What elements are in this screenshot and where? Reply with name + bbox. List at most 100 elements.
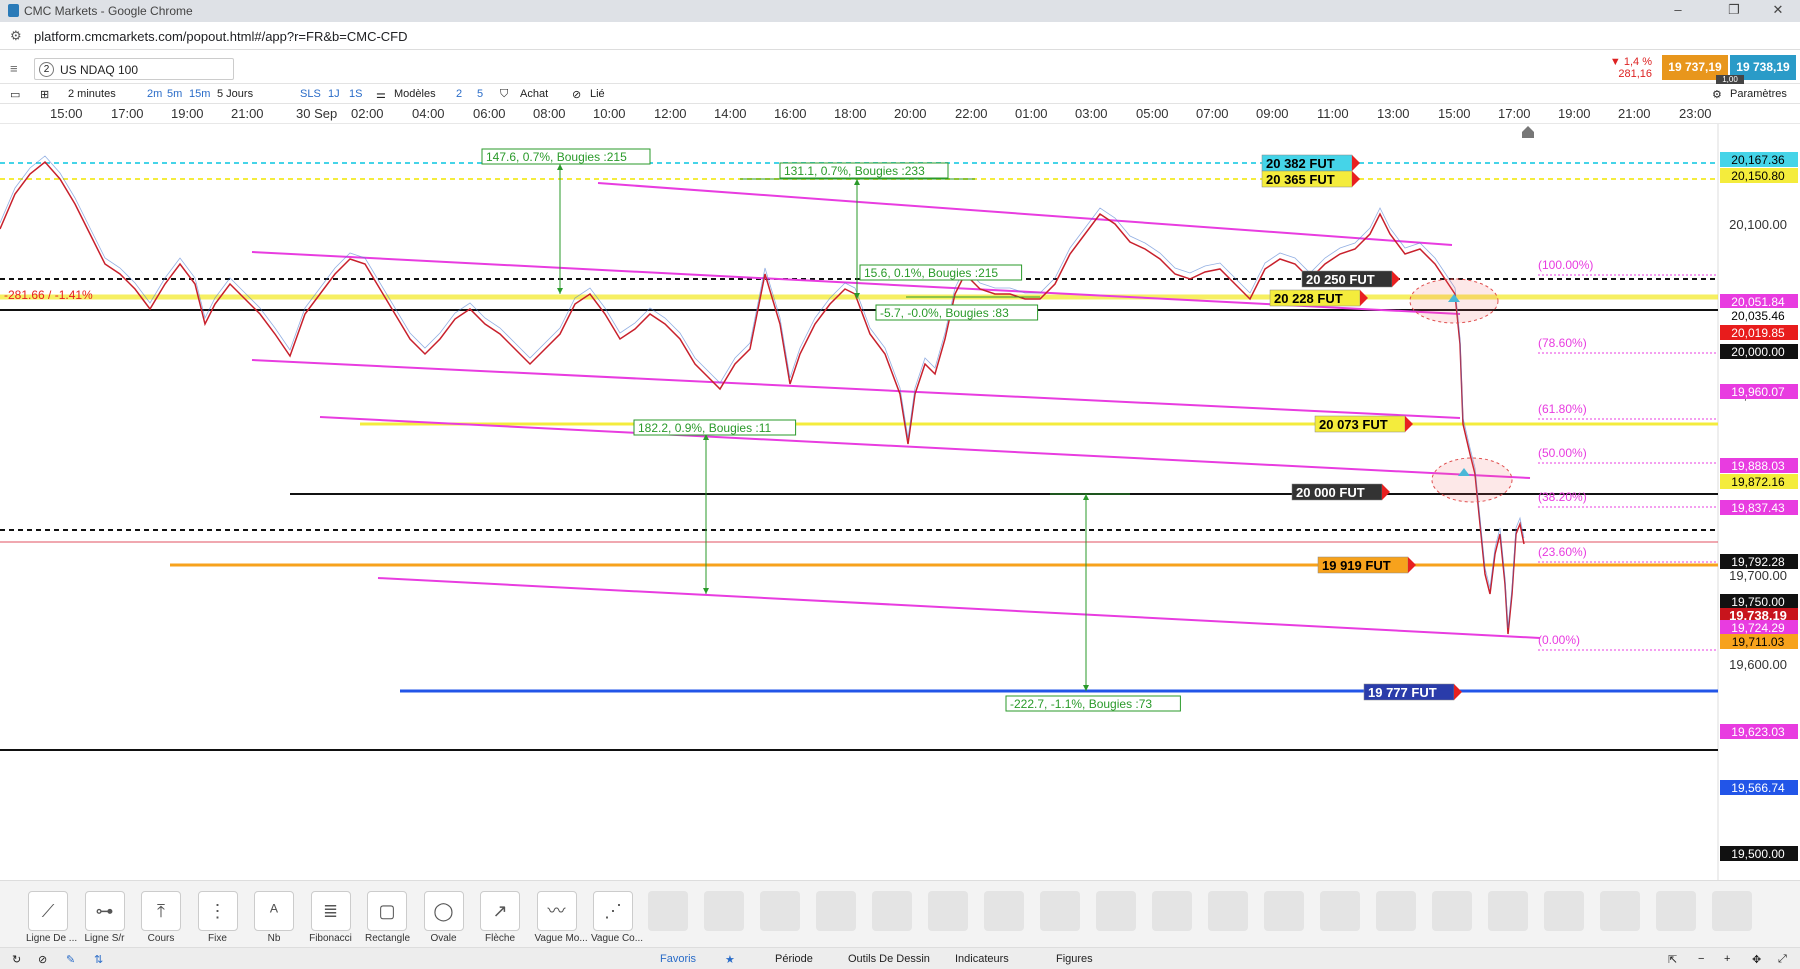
arrows-icon[interactable]: ⇅ xyxy=(94,953,103,966)
refresh-icon[interactable]: ↻ xyxy=(12,953,21,966)
empty-tool-slot[interactable] xyxy=(1320,891,1360,931)
cancel-icon[interactable]: ⊘ xyxy=(38,953,47,966)
empty-tool-slot[interactable] xyxy=(1096,891,1136,931)
measure-label: 15.6, 0.1%, Bougies :215 xyxy=(864,266,998,280)
link-icon[interactable]: ⊘ xyxy=(572,88,581,101)
arrow-tool[interactable]: ↗ Flèche xyxy=(478,891,522,944)
empty-tool-slot[interactable] xyxy=(1376,891,1416,931)
interval-5m[interactable]: 5m xyxy=(167,88,182,100)
browser-titlebar: CMC Markets - Google Chrome – ❐ ✕ xyxy=(0,0,1800,22)
tab-favoris[interactable]: Favoris xyxy=(660,953,696,965)
buy-mode-button[interactable]: Achat xyxy=(520,88,548,100)
empty-tool-slot[interactable] xyxy=(1488,891,1528,931)
wave-corrective-tool[interactable]: ⋰ Vague Co... xyxy=(591,891,643,944)
tab-figures[interactable]: Figures xyxy=(1056,953,1093,965)
zoom-out-icon[interactable]: − xyxy=(1698,953,1704,965)
empty-tool-slot[interactable] xyxy=(760,891,800,931)
price-tag: 20,035.46 xyxy=(1731,309,1785,323)
price-tag: 19,792.28 xyxy=(1731,555,1785,569)
address-bar[interactable]: ⚙ platform.cmcmarkets.com/popout.html#/a… xyxy=(0,22,1800,50)
fibonacci-tool[interactable]: ≣ Fibonacci xyxy=(309,891,353,944)
tab-periode[interactable]: Période xyxy=(775,953,813,965)
oval-tool[interactable]: ◯ Ovale xyxy=(422,891,466,944)
pencil-icon[interactable]: ✎ xyxy=(66,953,75,966)
fixed-tool[interactable]: ⋮ Fixe xyxy=(196,891,240,944)
empty-tool-slot[interactable] xyxy=(872,891,912,931)
layout-icon[interactable]: ⊞ xyxy=(40,88,49,101)
zoom-in-icon[interactable]: + xyxy=(1724,953,1730,965)
restore-icon[interactable]: ❐ xyxy=(1712,2,1756,18)
time-label: 14:00 xyxy=(714,106,747,121)
empty-tool-slot[interactable] xyxy=(1712,891,1752,931)
empty-tool-slot[interactable] xyxy=(1208,891,1248,931)
time-label: 23:00 xyxy=(1679,106,1712,121)
expand-icon[interactable]: ⤢ xyxy=(1778,953,1787,966)
instrument-selector[interactable]: 2 US NDAQ 100 xyxy=(34,58,234,80)
tab-outils-de-dessin[interactable]: Outils De Dessin xyxy=(848,953,930,965)
empty-tool-slot[interactable] xyxy=(704,891,744,931)
empty-tool-slot[interactable] xyxy=(1432,891,1472,931)
range-select[interactable]: 5 Jours xyxy=(217,88,253,100)
range-1j[interactable]: 1J xyxy=(328,88,340,100)
link-button[interactable]: Lié xyxy=(590,88,605,100)
models-button[interactable]: Modèles xyxy=(394,88,436,100)
fut-label: 20 228 FUT xyxy=(1274,291,1343,306)
zoom-fit-icon[interactable]: ⇱ xyxy=(1668,953,1677,966)
interval-select[interactable]: 2 minutes xyxy=(68,88,116,100)
price-chart[interactable]: 20,200.0020,100.0019,900.0019,700.0019,6… xyxy=(0,124,1800,880)
text-tool[interactable]: ᴬ Nb xyxy=(252,891,296,944)
empty-tool-slot[interactable] xyxy=(816,891,856,931)
tool-label: Nb xyxy=(267,933,281,944)
empty-tool-slot[interactable] xyxy=(1040,891,1080,931)
fut-label: 20 000 FUT xyxy=(1296,485,1365,500)
url-text[interactable]: platform.cmcmarkets.com/popout.html#/app… xyxy=(34,29,408,44)
empty-tool-slot[interactable] xyxy=(1152,891,1192,931)
sr-line-tool[interactable]: ⊶ Ligne S/r xyxy=(83,891,127,944)
menu-icon[interactable]: ≡ xyxy=(10,61,18,76)
rectangle-tool[interactable]: ▢ Rectangle xyxy=(365,891,410,944)
cart-icon[interactable]: ⛉ xyxy=(500,88,508,101)
measure-label: 182.2, 0.9%, Bougies :11 xyxy=(638,421,772,435)
empty-tool-slot[interactable] xyxy=(928,891,968,931)
minimize-icon[interactable]: – xyxy=(1656,2,1700,17)
time-label: 06:00 xyxy=(473,106,506,121)
empty-tool-slot[interactable] xyxy=(1600,891,1640,931)
price-tool[interactable]: ⤒ Cours xyxy=(139,891,183,944)
price-tag: 19,711.03 xyxy=(1732,635,1785,649)
layout-5[interactable]: 5 xyxy=(477,88,483,100)
empty-tool-slot[interactable] xyxy=(1264,891,1304,931)
empty-tool-slot[interactable] xyxy=(984,891,1024,931)
layout-2[interactable]: 2 xyxy=(456,88,462,100)
star-icon[interactable]: ★ xyxy=(725,953,735,966)
fib-label: (0.00%) xyxy=(1538,633,1580,647)
settings-button[interactable]: Paramètres xyxy=(1730,88,1787,100)
site-info-icon[interactable]: ⚙ xyxy=(10,28,22,44)
range-1s[interactable]: 1S xyxy=(349,88,362,100)
wave-tool[interactable]: 〰 Vague Mo... xyxy=(535,891,588,944)
screen-icon[interactable]: ▭ xyxy=(10,88,20,101)
empty-tool-slot[interactable] xyxy=(1656,891,1696,931)
fut-label: 20 250 FUT xyxy=(1306,272,1375,287)
fut-label: 19 919 FUT xyxy=(1322,558,1391,573)
time-label: 07:00 xyxy=(1196,106,1229,121)
interval-15m[interactable]: 15m xyxy=(189,88,210,100)
empty-tool-slot[interactable] xyxy=(648,891,688,931)
line-tool[interactable]: ⟋ Ligne De ... xyxy=(26,891,77,944)
text-icon: ᴬ xyxy=(254,891,294,931)
wave-corrective-icon: ⋰ xyxy=(593,891,633,931)
tool-label: Ovale xyxy=(430,933,457,944)
empty-tool-slot[interactable] xyxy=(1544,891,1584,931)
settings-icon[interactable]: ⚙ xyxy=(1712,88,1722,101)
tool-label: Ligne S/r xyxy=(84,933,125,944)
models-icon[interactable]: ⚌ xyxy=(376,88,386,101)
move-icon[interactable]: ✥ xyxy=(1752,953,1761,966)
close-icon[interactable]: ✕ xyxy=(1756,2,1800,18)
fixed-icon: ⋮ xyxy=(197,891,238,931)
time-label: 17:00 xyxy=(1498,106,1531,121)
range-sls[interactable]: SLS xyxy=(300,88,321,100)
time-label: 20:00 xyxy=(894,106,927,121)
tab-indicateurs[interactable]: Indicateurs xyxy=(955,953,1009,965)
time-label: 16:00 xyxy=(774,106,807,121)
interval-2m[interactable]: 2m xyxy=(147,88,162,100)
time-label: 05:00 xyxy=(1136,106,1169,121)
